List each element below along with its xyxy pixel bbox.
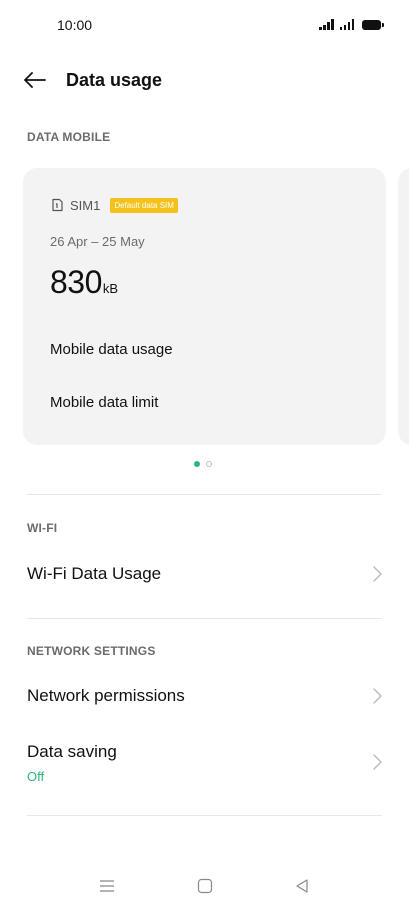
mobile-data-usage-link[interactable]: Mobile data usage	[50, 341, 173, 358]
wifi-data-usage-label: Wi-Fi Data Usage	[27, 564, 162, 583]
section-label-network: NETWORK SETTINGS	[27, 644, 156, 658]
chevron-right-icon	[373, 688, 382, 704]
usage-unit: kB	[102, 281, 119, 296]
wifi-data-usage-item[interactable]: Wi-Fi Data Usage	[0, 548, 409, 602]
pager-dot	[206, 461, 212, 467]
data-saving-status: Off	[27, 769, 45, 784]
status-time: 10:00	[57, 17, 93, 33]
nav-menu-button[interactable]	[95, 874, 119, 898]
sim-card[interactable]: SIM1 Default data SIM 26 Apr – 25 May 83…	[23, 168, 386, 445]
status-icons	[319, 18, 384, 30]
divider	[27, 618, 382, 619]
app-header: Data usage	[0, 58, 409, 102]
status-bar: 10:00	[0, 0, 409, 50]
billing-period: 26 Apr – 25 May	[50, 234, 145, 249]
sim-card-carousel[interactable]: SIM1 Default data SIM 26 Apr – 25 May 83…	[0, 168, 409, 446]
data-usage-screen: 10:00 Data usage DATA MOBILE SIM1 Defaul…	[0, 0, 409, 910]
section-label-wifi: WI-FI	[27, 521, 58, 535]
pager-dot-active	[194, 461, 200, 467]
battery-icon	[362, 20, 384, 30]
mobile-data-limit-link[interactable]: Mobile data limit	[50, 394, 158, 411]
default-data-sim-badge: Default data SIM	[110, 197, 178, 213]
carousel-pager	[194, 461, 212, 467]
system-nav-bar	[0, 860, 409, 910]
network-permissions-item[interactable]: Network permissions	[0, 670, 409, 724]
next-sim-card-peek[interactable]	[398, 168, 409, 445]
back-button[interactable]	[20, 66, 50, 94]
network-permissions-label: Network permissions	[27, 686, 185, 705]
data-saving-item[interactable]: Data saving Off	[0, 730, 409, 794]
data-saving-label: Data saving	[27, 742, 117, 761]
arrow-left-icon	[24, 72, 46, 88]
divider	[27, 494, 382, 495]
usage-value: 830	[50, 264, 102, 300]
menu-icon	[100, 880, 114, 892]
section-label-mobile: DATA MOBILE	[27, 130, 111, 144]
usage-amount: 830 kB	[50, 264, 118, 301]
sim-header: SIM1 Default data SIM	[50, 196, 178, 214]
back-triangle-icon	[296, 879, 308, 893]
chevron-right-icon	[373, 566, 382, 582]
chevron-right-icon	[373, 754, 382, 770]
nav-back-button[interactable]	[290, 874, 314, 898]
nav-home-button[interactable]	[193, 874, 217, 898]
home-square-icon	[197, 878, 213, 894]
divider	[27, 815, 382, 816]
sim-card-icon	[52, 198, 63, 212]
signal-sim1-icon	[319, 19, 334, 30]
signal-sim2-icon	[339, 19, 354, 30]
page-title: Data usage	[66, 70, 163, 90]
sim-name: SIM1	[70, 197, 101, 213]
